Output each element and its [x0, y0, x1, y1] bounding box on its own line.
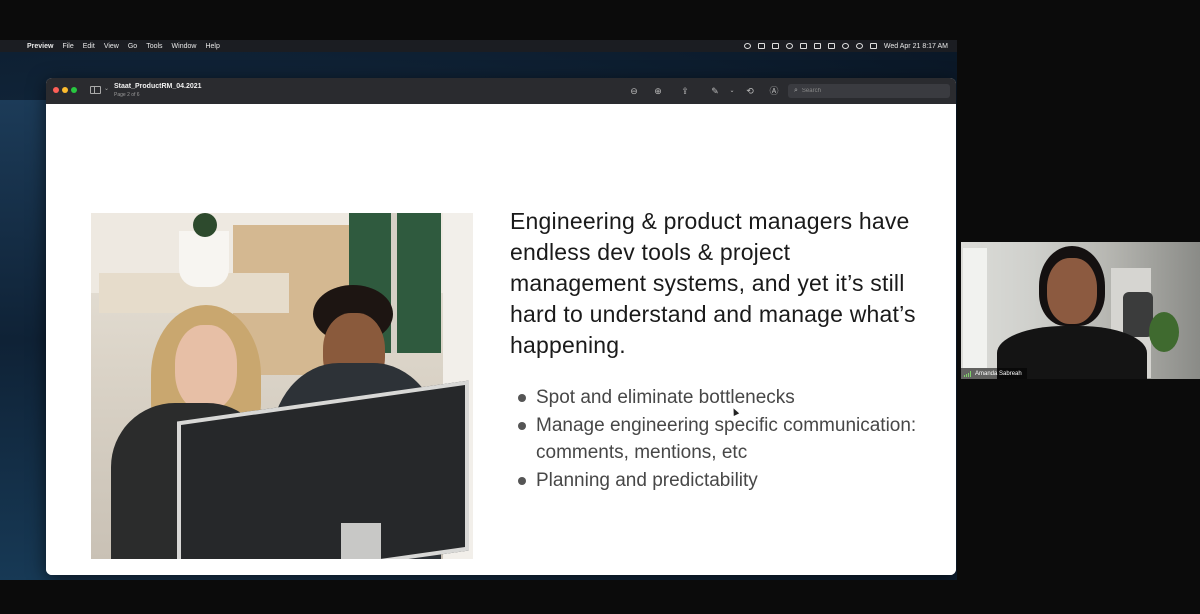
wifi-icon[interactable] [841, 43, 849, 49]
minimize-window-button[interactable] [62, 87, 68, 93]
slide-bullet-list: Spot and eliminate bottlenecks Manage en… [516, 384, 936, 494]
menu-app-name[interactable]: Preview [27, 43, 53, 50]
chevron-down-icon[interactable]: ⌄ [726, 85, 738, 97]
menu-edit[interactable]: Edit [83, 43, 95, 50]
bullet-dot [518, 476, 526, 485]
gear-icon[interactable] [743, 43, 751, 49]
share-icon[interactable]: ⇪ [679, 85, 691, 97]
window-titlebar: ⌄ Staat_ProductRM_04.2021 Page 2 of 6 ⊖ … [46, 78, 956, 105]
rotate-icon[interactable]: ⟲ [744, 85, 756, 97]
search-input[interactable] [801, 88, 932, 94]
fullscreen-window-button[interactable] [71, 87, 77, 93]
macos-menubar: Preview File Edit View Go Tools Window H… [0, 40, 957, 52]
presentation-slide: Engineering & product managers have endl… [46, 104, 956, 575]
annotate-icon[interactable]: Ⓐ [768, 85, 780, 97]
menu-go[interactable]: Go [128, 43, 137, 50]
audio-signal-icon [964, 370, 971, 377]
participant-video-tile[interactable]: Amanda Sabreah [961, 242, 1200, 379]
play-icon[interactable] [785, 43, 793, 49]
camera-icon[interactable] [771, 43, 779, 49]
bullet-dot [518, 421, 526, 430]
search-field[interactable]: ⌕ [788, 84, 950, 98]
search-icon: ⌕ [794, 87, 798, 94]
menubar-clock[interactable]: Wed Apr 21 8:17 AM [884, 43, 948, 50]
bullet-dot [518, 394, 526, 402]
menu-help[interactable]: Help [205, 43, 219, 50]
bullet-item: Manage engineering specific communicatio… [516, 412, 936, 467]
slide-photo [91, 213, 473, 559]
participant-name: Amanda Sabreah [975, 370, 1022, 377]
preview-window: ⌄ Staat_ProductRM_04.2021 Page 2 of 6 ⊖ … [46, 78, 956, 575]
page-indicator: Page 2 of 6 [114, 92, 140, 98]
bullet-item: Spot and eliminate bottlenecks [516, 384, 936, 412]
status-tray: Wed Apr 21 8:17 AM [743, 43, 948, 50]
participant-name-label: Amanda Sabreah [961, 368, 1027, 379]
menu-tools[interactable]: Tools [146, 43, 162, 50]
shared-screen: Preview File Edit View Go Tools Window H… [0, 40, 957, 580]
bullet-item: Planning and predictability [516, 467, 936, 495]
battery-icon[interactable] [827, 43, 835, 49]
chevron-down-icon[interactable]: ⌄ [104, 85, 109, 92]
zoom-in-icon[interactable]: ⊕ [652, 85, 664, 97]
calendar-icon[interactable] [799, 43, 807, 49]
spotlight-search-icon[interactable] [855, 43, 863, 49]
menu-window[interactable]: Window [172, 43, 197, 50]
document-title: Staat_ProductRM_04.2021 [114, 83, 202, 90]
menu-view[interactable]: View [104, 43, 119, 50]
menu-file[interactable]: File [62, 43, 73, 50]
bluetooth-icon[interactable] [813, 43, 821, 49]
markup-pen-icon[interactable]: ✎ [709, 85, 721, 97]
close-window-button[interactable] [53, 87, 59, 93]
slide-headline: Engineering & product managers have endl… [510, 208, 916, 358]
sidebar-toggle-icon[interactable] [90, 86, 101, 94]
recording-icon[interactable] [757, 43, 765, 49]
zoom-out-icon[interactable]: ⊖ [628, 85, 640, 97]
control-center-icon[interactable] [869, 43, 877, 49]
